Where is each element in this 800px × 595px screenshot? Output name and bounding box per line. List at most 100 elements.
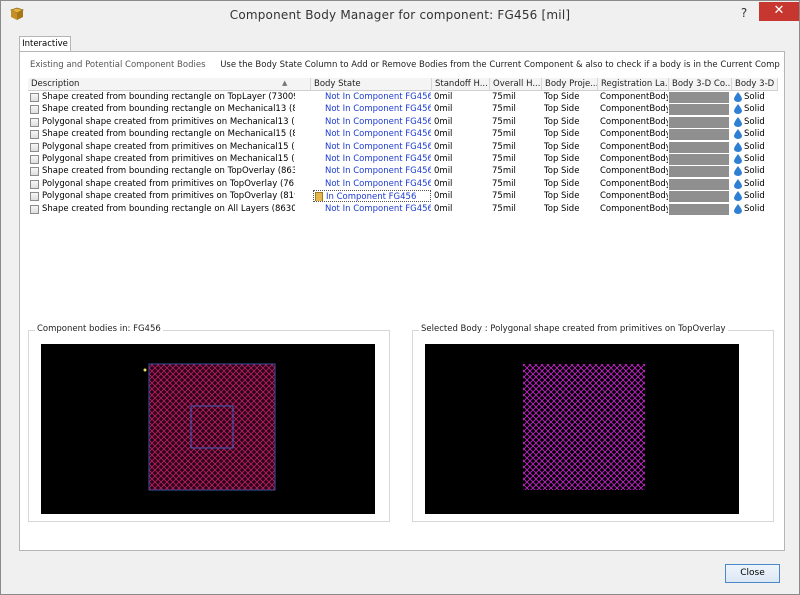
row-body-color[interactable] [669,128,729,141]
row-body-color[interactable] [669,203,729,215]
component-bodies-preview-title: Component bodies in: FG456 [35,324,163,334]
row-body-color[interactable] [669,178,729,190]
row-body-state[interactable]: Not In Component FG456 [313,165,431,177]
table-row[interactable]: Polygonal shape created from primitives … [28,116,778,128]
column-description[interactable]: Description [28,78,311,91]
tab-interactive[interactable]: Interactive [19,36,71,52]
row-body-state-label: Not In Component FG456 [325,92,431,102]
table-row[interactable]: Shape created from bounding rectangle on… [28,203,778,215]
row-checkbox[interactable] [30,167,39,177]
row-body-projection: Top Side [544,166,580,177]
help-button[interactable]: ? [731,3,757,23]
row-checkbox[interactable] [30,93,39,102]
row-body-state[interactable]: Not In Component FG456 [313,141,431,153]
row-body-opacity-label: Solid [744,116,765,127]
opacity-drop-icon [734,92,742,102]
row-body-color[interactable] [669,153,729,165]
row-body-state[interactable]: In Component FG456 [313,190,431,203]
component-bodies-canvas[interactable] [41,344,375,514]
row-body-opacity[interactable]: Solid [732,91,778,103]
row-body-opacity[interactable]: Solid [732,153,778,165]
column-standoff-height[interactable]: Standoff H... [432,78,490,91]
table-row[interactable]: Shape created from bounding rectangle on… [28,91,778,103]
row-body-opacity[interactable]: Solid [732,190,778,202]
row-registration-layer: ComponentBody [600,116,668,127]
row-body-opacity[interactable]: Solid [732,103,778,115]
row-body-state-label: In Component FG456 [326,192,417,203]
row-checkbox[interactable] [30,142,39,152]
column-body-state[interactable]: Body State [311,78,432,91]
table-row[interactable]: Polygonal shape created from primitives … [28,141,778,153]
info-text: Use the Body State Column to Add or Remo… [220,60,780,70]
row-checkbox[interactable] [30,105,39,115]
window-close-button[interactable]: ✕ [759,2,799,21]
row-body-state[interactable]: Not In Component FG456 [313,91,431,103]
row-checkbox[interactable] [30,192,39,202]
row-body-opacity[interactable]: Solid [732,116,778,128]
row-body-state-label: Not In Component FG456 [325,178,431,189]
table-row[interactable]: Shape created from bounding rectangle on… [28,165,778,178]
selected-body-canvas[interactable] [425,344,739,514]
column-body-3d-opacity[interactable]: Body 3-D ... [732,78,778,91]
row-standoff-height: 0mil [434,153,453,164]
row-body-state[interactable]: Not In Component FG456 [313,203,431,215]
row-body-color[interactable] [669,141,729,153]
column-overall-height[interactable]: Overall H... [490,78,542,91]
row-description: Polygonal shape created from primitives … [42,191,295,202]
close-button[interactable]: Close [725,564,780,583]
row-body-opacity-label: Solid [744,141,765,152]
table-row[interactable]: Polygonal shape created from primitives … [28,178,778,190]
row-registration-layer: ComponentBody [600,178,668,189]
column-registration-layer[interactable]: Registration La... [598,78,669,91]
color-swatch [669,178,729,190]
table-row[interactable]: Shape created from bounding rectangle on… [28,103,778,116]
info-row: Existing and Potential Component Bodies … [30,60,780,72]
row-overall-height: 75mil [492,203,516,214]
row-checkbox[interactable] [30,154,39,164]
info-label: Existing and Potential Component Bodies [30,60,206,70]
row-body-opacity[interactable]: Solid [732,128,778,140]
row-body-opacity-label: Solid [744,166,765,177]
column-body-3d-color[interactable]: Body 3-D Co... [669,78,732,91]
row-body-opacity-label: Solid [744,153,765,164]
table-row[interactable]: Polygonal shape created from primitives … [28,190,778,203]
row-body-state[interactable]: Not In Component FG456 [313,153,431,165]
opacity-drop-icon [734,203,742,214]
table-row[interactable]: Shape created from bounding rectangle on… [28,128,778,141]
row-body-projection: Top Side [544,203,580,214]
row-registration-layer: ComponentBody [600,141,668,152]
row-body-color[interactable] [669,116,729,128]
row-body-state[interactable]: Not In Component FG456 [313,128,431,140]
row-body-state-label: Not In Component FG456 [325,141,431,152]
row-body-opacity-label: Solid [744,104,765,115]
color-swatch [669,92,729,103]
component-body-manager-window: Component Body Manager for component: FG… [0,0,800,595]
row-body-opacity-label: Solid [744,203,765,214]
row-body-color[interactable] [669,91,729,103]
row-body-opacity[interactable]: Solid [732,141,778,153]
row-checkbox[interactable] [30,179,39,189]
row-checkbox[interactable] [30,204,39,214]
row-body-opacity[interactable]: Solid [732,178,778,190]
row-checkbox[interactable] [30,130,39,140]
row-standoff-height: 0mil [434,129,453,140]
column-body-projection[interactable]: Body Proje... [542,78,598,91]
row-overall-height: 75mil [492,191,516,202]
row-checkbox[interactable] [30,117,39,127]
row-standoff-height: 0mil [434,104,453,115]
row-body-state[interactable]: Not In Component FG456 [313,178,431,190]
row-description: Polygonal shape created from primitives … [42,153,295,164]
row-body-state-label: Not In Component FG456 [325,104,431,115]
color-swatch [669,104,729,116]
row-body-color[interactable] [669,103,729,116]
row-body-opacity[interactable]: Solid [732,165,778,177]
row-body-state[interactable]: Not In Component FG456 [313,116,431,128]
row-overall-height: 75mil [492,104,516,115]
color-swatch [669,116,729,128]
table-row[interactable]: Polygonal shape created from primitives … [28,153,778,165]
row-body-state[interactable]: Not In Component FG456 [313,103,431,115]
row-body-color[interactable] [669,190,729,203]
row-body-projection: Top Side [544,191,580,202]
row-body-opacity[interactable]: Solid [732,203,778,215]
row-body-color[interactable] [669,165,729,178]
